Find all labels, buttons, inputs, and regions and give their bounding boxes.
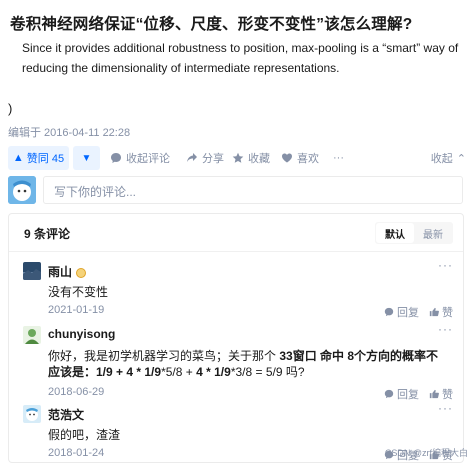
share-button[interactable]: 分享 bbox=[186, 146, 224, 170]
comment-more-button[interactable]: ··· bbox=[438, 258, 453, 272]
comment-text: 假的吧，渣渣 bbox=[48, 428, 121, 442]
share-icon bbox=[187, 153, 197, 162]
reply-bubble-icon bbox=[384, 307, 394, 317]
collapse-comments-label: 收起评论 bbox=[126, 153, 170, 165]
answer-action-bar: ▲ 赞同 45 ▼ 收起评论 分享 收藏 喜欢 ··· 收起 ⌃ bbox=[8, 146, 466, 170]
comments-panel: 9 条评论 默认 最新 雨山 ··· 没有不变性 2021-01-19 回复 赞 bbox=[8, 213, 464, 463]
comment-text: 你好，我是初学机器学习的菜鸟；关于那个 33窗口 命中 8个方向的概率不应该是：… bbox=[48, 349, 439, 379]
collapse-answer-label: 收起 bbox=[430, 153, 453, 165]
triangle-down-icon: ▼ bbox=[81, 152, 92, 164]
comment-compose-row: 写下你的评论... bbox=[8, 176, 466, 206]
like-label: 喜欢 bbox=[297, 153, 319, 165]
chevron-up-icon: ⌃ bbox=[456, 152, 466, 165]
comment-date: 2021-01-19 bbox=[48, 304, 105, 316]
comment-actions: 回复 赞 bbox=[384, 386, 453, 402]
commenter-avatar[interactable] bbox=[23, 326, 41, 344]
current-user-avatar bbox=[8, 176, 36, 204]
upvote-button[interactable]: ▲ 赞同 45 bbox=[8, 146, 69, 170]
reply-button[interactable]: 回复 bbox=[384, 386, 419, 402]
question-title[interactable]: 卷积神经网络保证“位移、尺度、形变不变性”该怎么理解? bbox=[10, 12, 466, 34]
comment-date: 2018-01-24 bbox=[48, 447, 105, 459]
commenter-name[interactable]: 雨山 bbox=[48, 263, 87, 280]
like-comment-button[interactable]: 赞 bbox=[429, 304, 453, 320]
comment-item: chunyisong ··· 你好，我是初学机器学习的菜鸟；关于那个 33窗口 … bbox=[23, 322, 453, 401]
heart-icon bbox=[282, 153, 292, 163]
comment-input[interactable]: 写下你的评论... bbox=[43, 176, 463, 204]
comment-more-button[interactable]: ··· bbox=[438, 401, 453, 415]
comment-item: 雨山 ··· 没有不变性 2021-01-19 回复 赞 bbox=[23, 258, 453, 319]
user-badge-icon bbox=[76, 267, 87, 278]
share-label: 分享 bbox=[202, 153, 224, 165]
thumbs-up-icon bbox=[429, 389, 439, 399]
comment-count: 9 条评论 bbox=[24, 227, 71, 241]
comment-bubble-icon bbox=[111, 153, 121, 163]
like-button[interactable]: 喜欢 bbox=[281, 146, 319, 170]
sort-toggle: 默认 最新 bbox=[375, 222, 453, 244]
more-dots-icon: ··· bbox=[333, 152, 344, 164]
thumbs-up-icon bbox=[429, 307, 439, 317]
sort-latest-tab[interactable]: 最新 bbox=[414, 223, 452, 243]
downvote-button[interactable]: ▼ bbox=[73, 146, 100, 170]
reply-button[interactable]: 回复 bbox=[384, 304, 419, 320]
comment-actions: 回复 赞 bbox=[384, 304, 453, 320]
sort-default-tab[interactable]: 默认 bbox=[376, 223, 414, 243]
reply-bubble-icon bbox=[384, 389, 394, 399]
favorite-label: 收藏 bbox=[248, 153, 270, 165]
star-icon bbox=[232, 152, 244, 163]
comment-more-button[interactable]: ··· bbox=[438, 322, 453, 336]
answer-body: Since it provides additional robustness … bbox=[22, 41, 459, 75]
answer-trailing-paren: ) bbox=[8, 101, 13, 116]
comment-date: 2018-06-29 bbox=[48, 386, 105, 398]
csdn-watermark: CSDN @zrf编程大白 bbox=[384, 448, 468, 458]
edited-timestamp[interactable]: 编辑于 2016-04-11 22:28 bbox=[8, 124, 130, 140]
collapse-answer-button[interactable]: 收起 ⌃ bbox=[431, 146, 466, 170]
commenter-avatar[interactable] bbox=[23, 405, 41, 423]
upvote-label: 赞同 45 bbox=[26, 153, 65, 165]
commenter-avatar[interactable] bbox=[23, 262, 41, 280]
more-actions-button[interactable]: ··· bbox=[333, 146, 344, 170]
collapse-comments-button[interactable]: 收起评论 bbox=[110, 146, 170, 170]
comment-text: 没有不变性 bbox=[48, 285, 109, 299]
commenter-name[interactable]: 范浩文 bbox=[48, 406, 84, 423]
favorite-button[interactable]: 收藏 bbox=[232, 146, 270, 170]
like-comment-button[interactable]: 赞 bbox=[429, 386, 453, 402]
comments-header: 9 条评论 默认 最新 bbox=[9, 214, 463, 252]
commenter-name[interactable]: chunyisong bbox=[48, 327, 115, 341]
triangle-up-icon: ▲ bbox=[12, 152, 24, 164]
